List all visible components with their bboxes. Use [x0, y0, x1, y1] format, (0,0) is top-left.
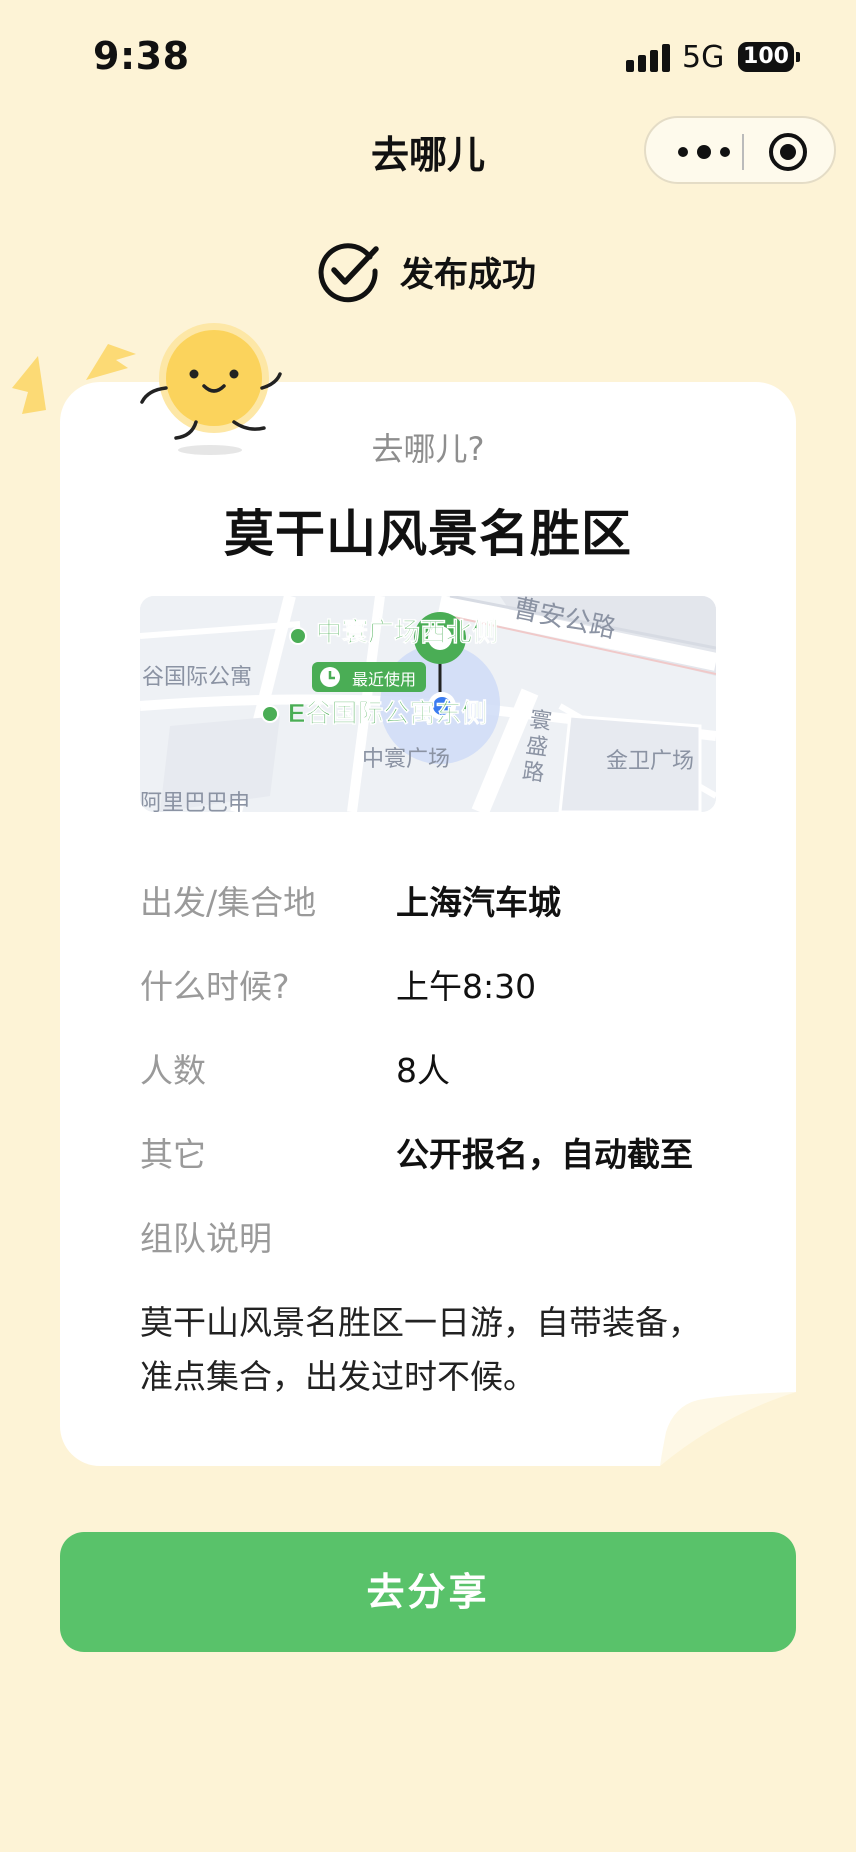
- share-button[interactable]: 去分享: [60, 1532, 796, 1652]
- map-label-zhonghuan-nw: 中寰广场西北侧: [316, 617, 498, 647]
- detail-value: 上海汽车城: [396, 883, 561, 922]
- detail-value: 8人: [396, 1051, 450, 1090]
- detail-label: 人数: [140, 1051, 206, 1090]
- team-description: 莫干山风景名胜区一日游，自带装备，准点集合，出发过时不候。: [140, 1303, 701, 1396]
- battery-tip: [796, 52, 800, 62]
- success-text: 发布成功: [400, 254, 536, 295]
- map-canvas: 中寰广场西北侧 最近使用 E谷国际公寓东侧 谷国际公寓 中寰广场 金卫广场 曹安…: [140, 596, 716, 812]
- detail-value: 上午8:30: [396, 967, 537, 1006]
- mini-program-capsule: [644, 116, 836, 184]
- map-label-egu-east: E谷国际公寓东侧: [288, 698, 487, 728]
- map-label-zhonghuan: 中寰广场: [362, 746, 450, 771]
- map-label-recent: 最近使用: [352, 671, 416, 689]
- close-target-icon[interactable]: [768, 132, 808, 172]
- map-label-alibaba: 阿里巴巴申: [140, 790, 250, 812]
- map-label-egu: 谷国际公寓: [142, 664, 252, 689]
- detail-value: 公开报名，自动截至: [396, 1135, 693, 1174]
- detail-label: 组队说明: [140, 1219, 272, 1258]
- detail-label: 什么时候?: [140, 967, 290, 1006]
- map-label-jinwei: 金卫广场: [606, 748, 694, 773]
- network-type: 5G: [682, 40, 725, 75]
- battery-icon: 100: [738, 42, 794, 72]
- status-bar: 9:38 5G 100: [0, 0, 856, 110]
- detail-label: 其它: [140, 1135, 206, 1174]
- signal-icon: [626, 44, 670, 72]
- publish-success: 发布成功: [316, 240, 536, 303]
- status-time: 9:38: [93, 34, 190, 78]
- check-circle-icon: [318, 243, 379, 303]
- capsule-divider: [742, 134, 744, 170]
- more-icon[interactable]: [676, 142, 732, 162]
- detail-label: 出发/集合地: [140, 883, 317, 922]
- location-map[interactable]: 中寰广场西北侧 最近使用 E谷国际公寓东侧 谷国际公寓 中寰广场 金卫广场 曹安…: [140, 596, 716, 812]
- destination-title: 莫干山风景名胜区: [224, 505, 632, 563]
- card-question: 去哪儿?: [371, 430, 485, 468]
